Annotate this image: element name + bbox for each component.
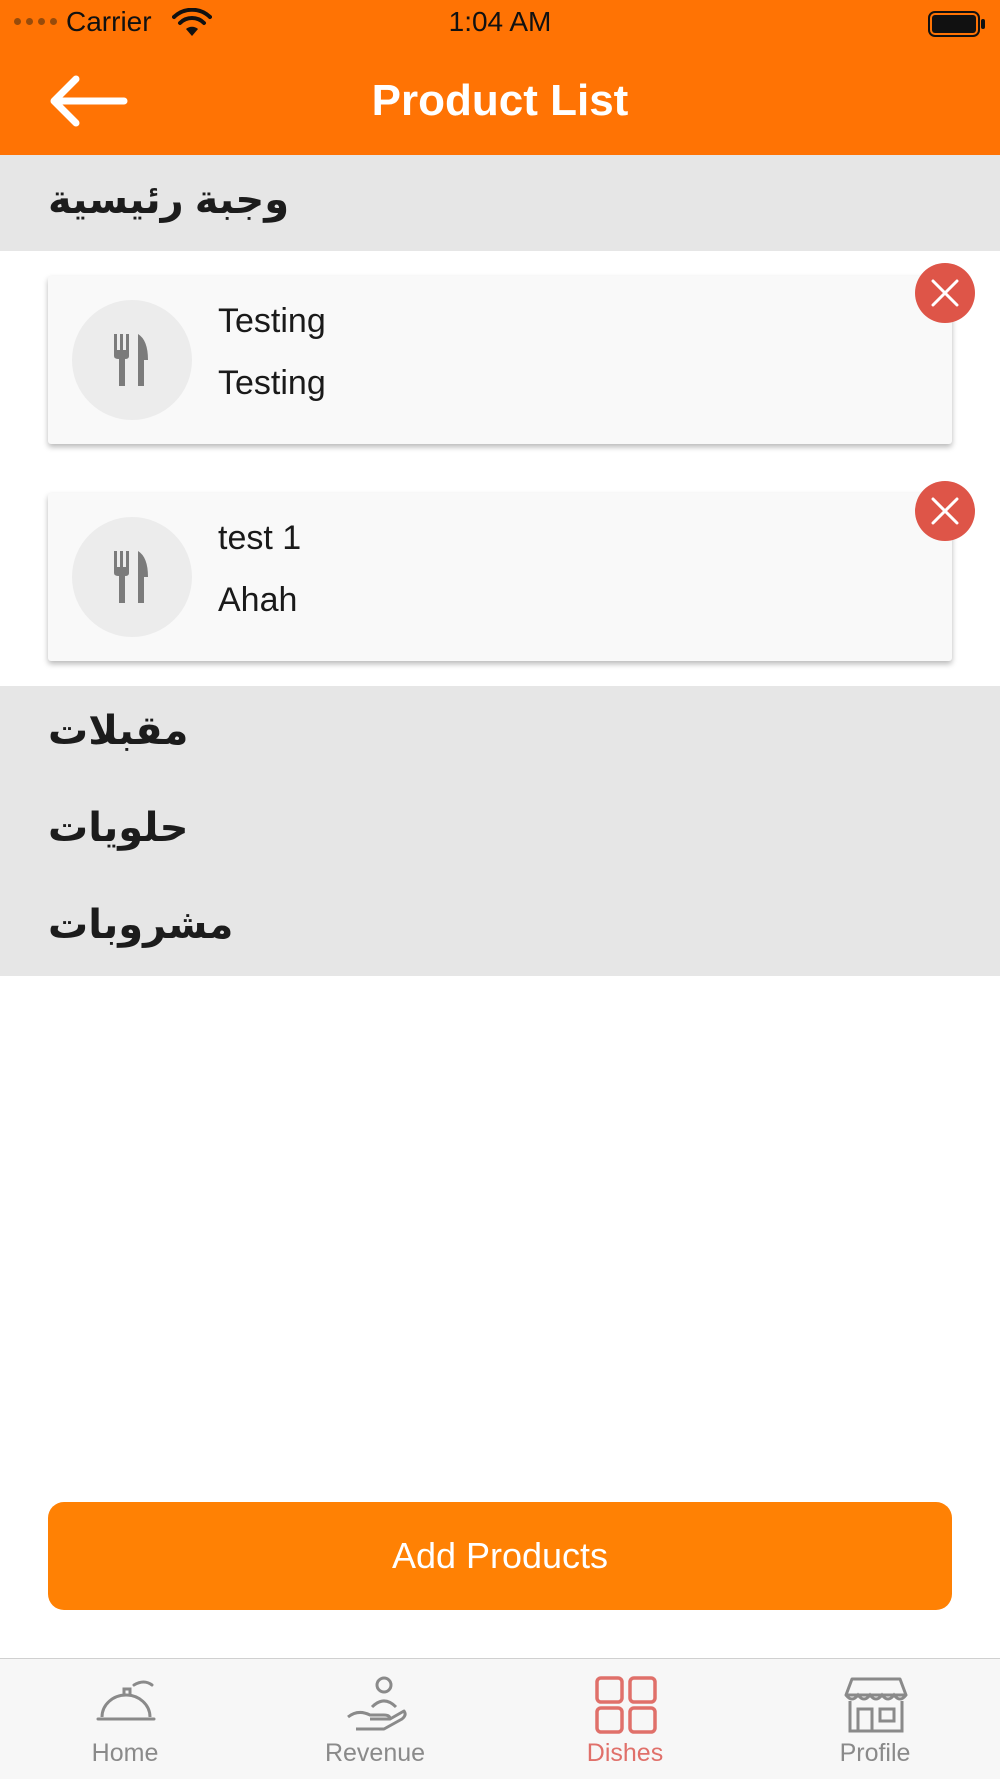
signal-dots-icon	[14, 18, 58, 30]
product-description: Testing	[218, 364, 326, 402]
product-name: test 1	[218, 519, 302, 557]
delete-product-button[interactable]	[915, 481, 975, 541]
section-header-desserts[interactable]: حلويات	[0, 783, 1000, 880]
section-label: حلويات	[48, 806, 189, 850]
close-icon	[931, 497, 959, 525]
tab-label: Home	[91, 1739, 159, 1767]
fork-knife-icon	[114, 551, 148, 603]
section-label: وجبة رئيسية	[48, 178, 290, 222]
tab-profile[interactable]: Profile	[750, 1659, 1000, 1779]
fork-knife-icon	[114, 334, 148, 386]
section-header-drinks[interactable]: مشروبات	[0, 880, 1000, 976]
battery-icon	[928, 11, 985, 37]
status-bar: Carrier 1:04 AM	[0, 0, 1000, 48]
hand-person-icon	[347, 1676, 407, 1731]
product-thumbnail	[72, 517, 192, 637]
product-card[interactable]: Testing Testing	[48, 276, 952, 444]
tab-label: Revenue	[324, 1739, 426, 1767]
product-thumbnail	[72, 300, 192, 420]
tab-label: Dishes	[586, 1739, 664, 1767]
grid-icon	[595, 1676, 657, 1734]
section-label: مشروبات	[48, 903, 234, 947]
tab-home[interactable]: Home	[0, 1659, 250, 1779]
tab-dishes[interactable]: Dishes	[500, 1659, 750, 1779]
product-description: Ahah	[218, 581, 298, 619]
wifi-icon	[172, 8, 212, 36]
tab-revenue[interactable]: Revenue	[250, 1659, 500, 1779]
product-name: Testing	[218, 302, 326, 340]
close-icon	[931, 279, 959, 307]
status-time: 1:04 AM	[448, 6, 552, 37]
product-card[interactable]: test 1 Ahah	[48, 493, 952, 661]
section-header-main-course[interactable]: وجبة رئيسية	[0, 155, 1000, 251]
section-header-appetizers[interactable]: مقبلات	[0, 686, 1000, 783]
page-title: Product List	[371, 76, 629, 125]
section-label: مقبلات	[48, 709, 189, 753]
carrier-label: Carrier	[66, 6, 152, 37]
delete-product-button[interactable]	[915, 263, 975, 323]
collapsed-sections: مقبلات حلويات مشروبات	[0, 686, 1000, 976]
cloche-icon	[96, 1680, 156, 1721]
tab-label: Profile	[839, 1739, 911, 1767]
tab-bar: Home Revenue Dishes Profile	[0, 1658, 1000, 1779]
store-icon	[844, 1677, 908, 1733]
add-products-button[interactable]: Add Products	[48, 1502, 952, 1610]
